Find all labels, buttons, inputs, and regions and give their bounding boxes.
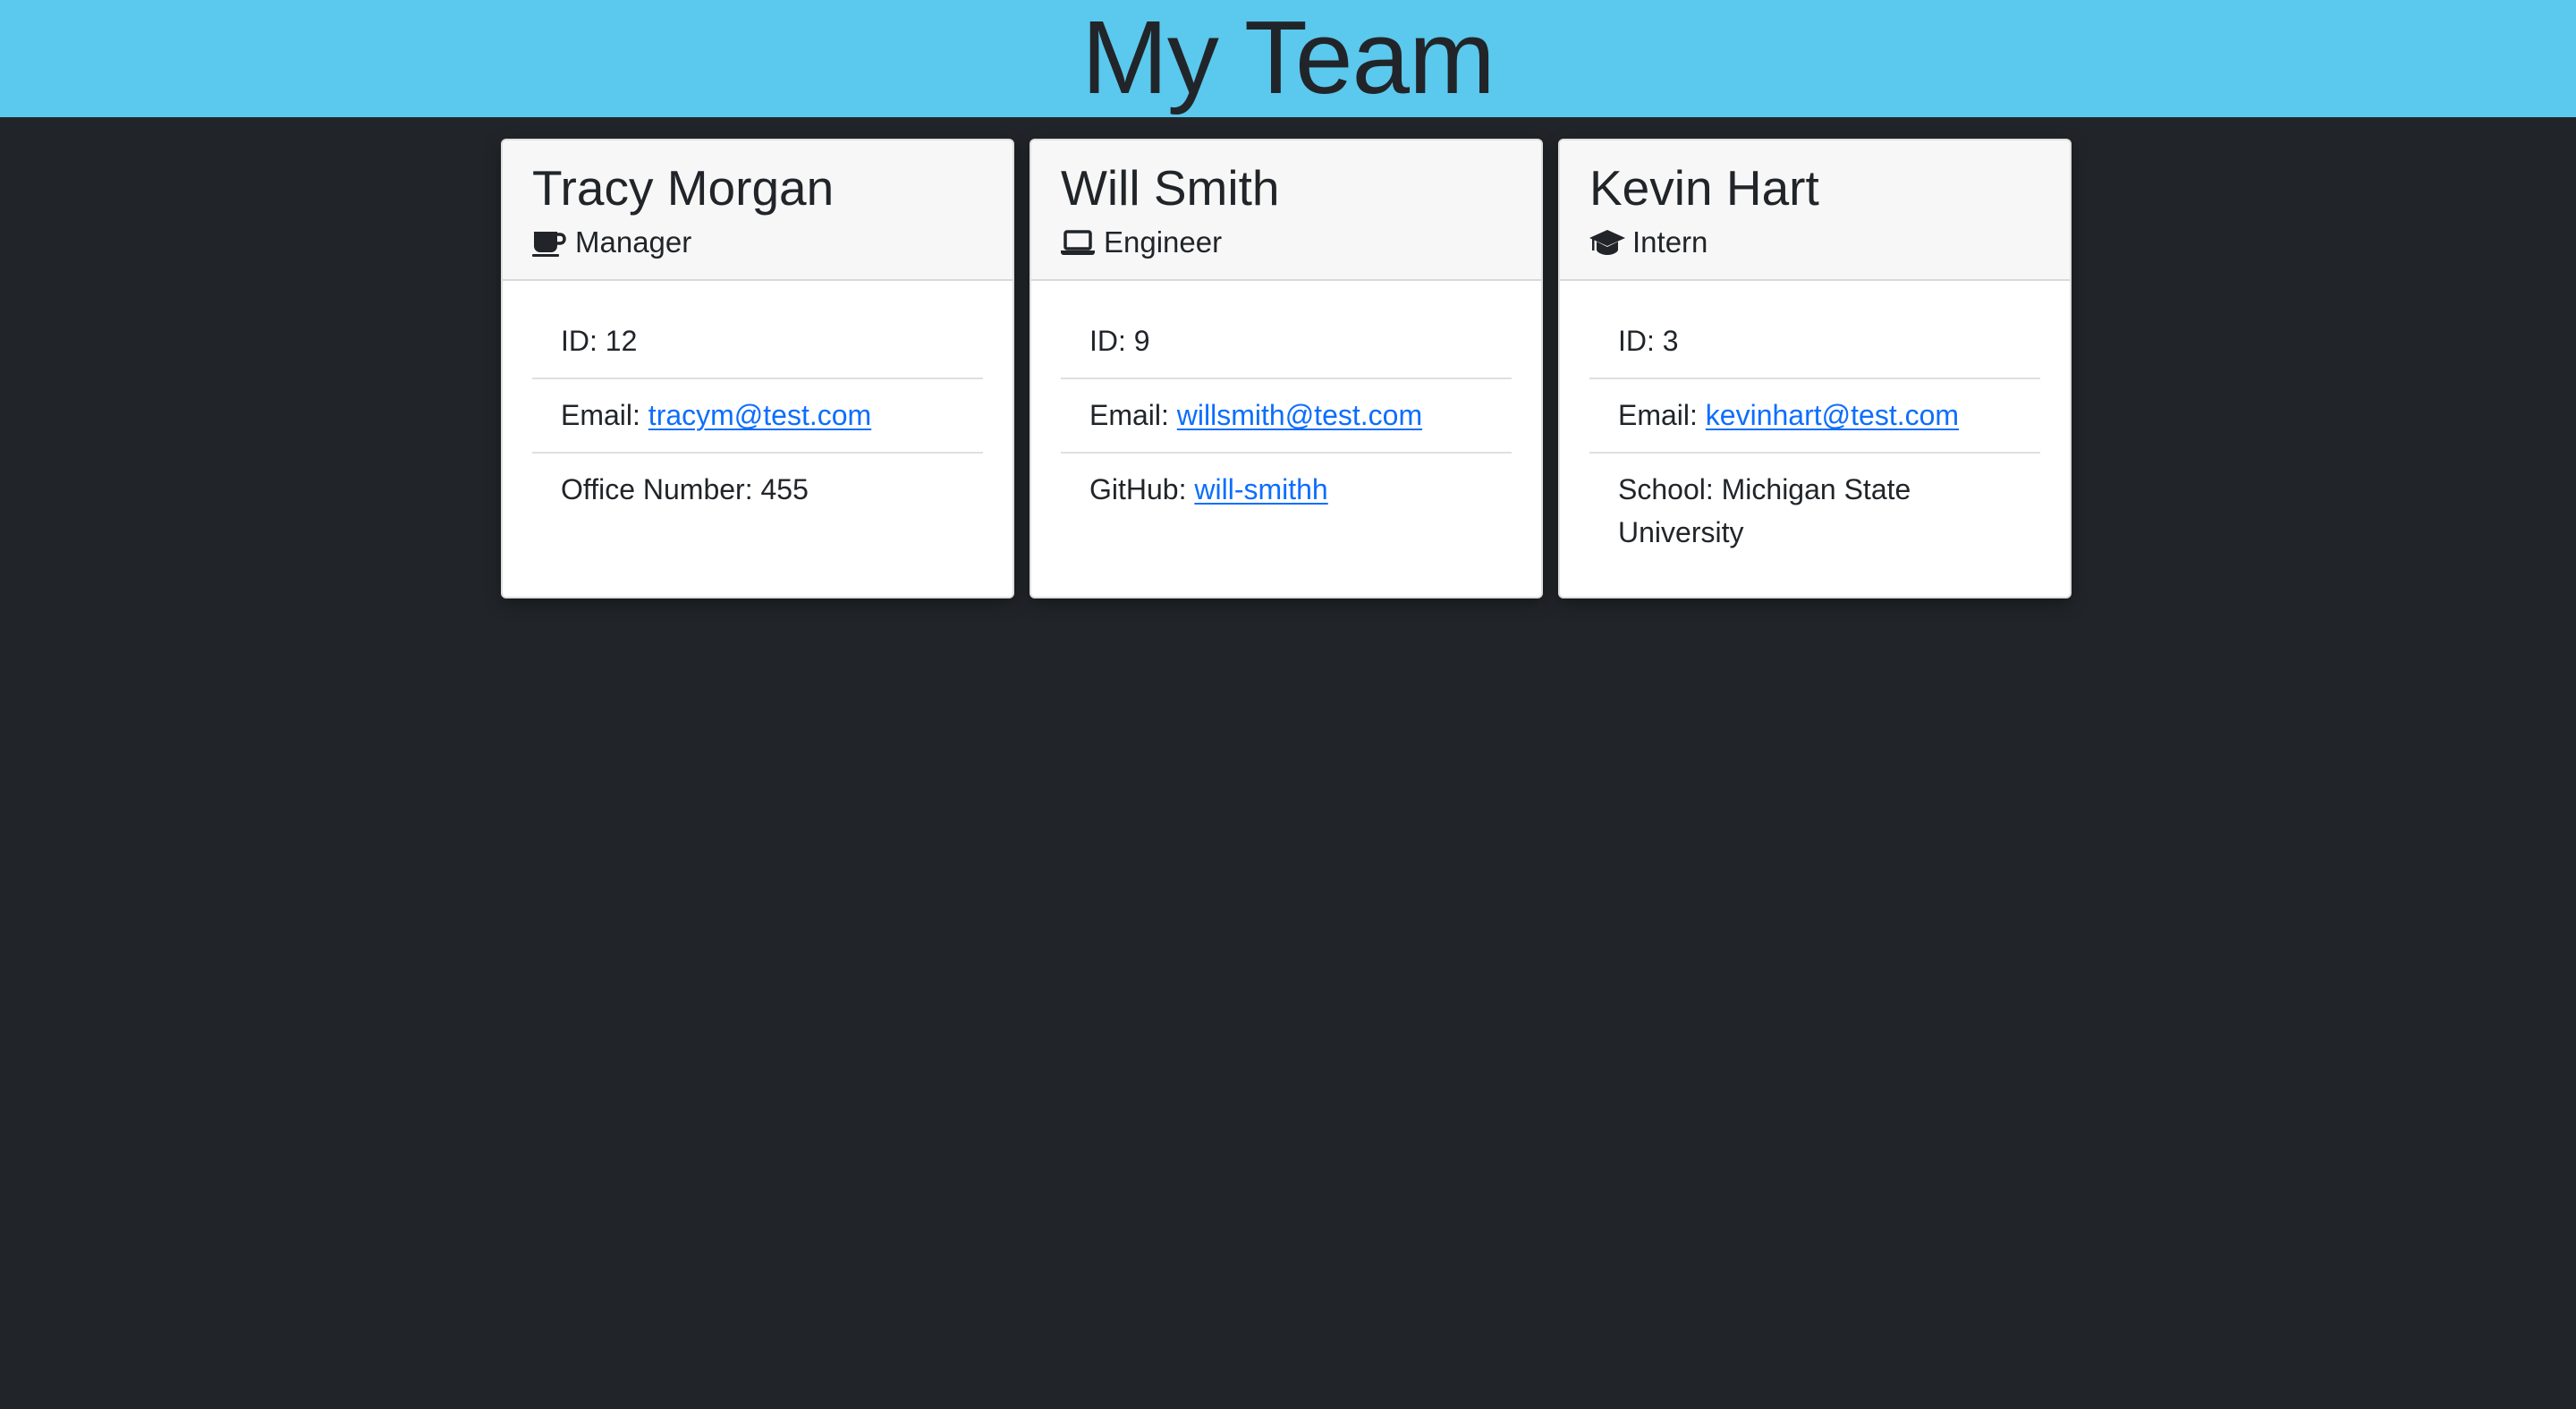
office-number-value: 455 [760,473,809,505]
card-body: ID: 9 Email: willsmith@test.com GitHub: … [1031,281,1541,526]
employee-info-list: ID: 12 Email: tracym@test.com Office Num… [532,305,983,526]
card-body: ID: 12 Email: tracym@test.com Office Num… [503,281,1013,526]
employee-role: Manager [532,225,984,260]
github-link[interactable]: will-smithh [1194,473,1327,505]
employee-email: Email: tracym@test.com [532,379,983,454]
employee-info-list: ID: 3 Email: kevinhart@test.com School: … [1589,305,2040,569]
employee-card-engineer: Will Smith Engineer ID: 9 Email: willsmi… [1030,139,1543,598]
card-header: Will Smith Engineer [1031,140,1541,281]
employee-email: Email: kevinhart@test.com [1589,379,2040,454]
office-number-label: Office Number: [561,473,761,505]
employee-id: ID: 9 [1061,305,1512,379]
employee-role: Engineer [1061,225,1513,260]
laptop-icon [1061,227,1097,258]
graduation-cap-icon [1589,227,1625,258]
id-label: ID: [1089,325,1134,357]
card-header: Kevin Hart Intern [1560,140,2070,281]
role-label: Intern [1632,225,1708,259]
card-header: Tracy Morgan Manager [503,140,1013,281]
employee-name: Tracy Morgan [532,160,835,216]
role-label: Manager [575,225,692,259]
page-title: My Team [1081,0,1495,115]
page-header: My Team [0,0,2576,117]
employee-card-manager: Tracy Morgan Manager ID: 12 Email: tracy… [501,139,1014,598]
card-body: ID: 3 Email: kevinhart@test.com School: … [1560,281,2070,569]
id-value: 3 [1662,325,1679,357]
email-label: Email: [561,399,648,431]
email-link[interactable]: tracym@test.com [648,399,871,431]
employee-name: Will Smith [1061,160,1280,216]
email-link[interactable]: kevinhart@test.com [1706,399,1959,431]
github-label: GitHub: [1089,473,1195,505]
role-label: Engineer [1104,225,1223,259]
employee-info-list: ID: 9 Email: willsmith@test.com GitHub: … [1061,305,1512,526]
employee-id: ID: 12 [532,305,983,379]
school-label: School: [1618,473,1722,505]
id-label: ID: [1618,325,1663,357]
employee-email: Email: willsmith@test.com [1061,379,1512,454]
employee-id: ID: 3 [1589,305,2040,379]
mug-hot-icon [532,227,568,258]
employee-github: GitHub: will-smithh [1061,454,1512,526]
email-label: Email: [1618,399,1706,431]
employee-role: Intern [1589,225,2041,260]
employee-card-intern: Kevin Hart Intern ID: 3 Email: kevinhart… [1558,139,2072,598]
employee-name: Kevin Hart [1589,160,1819,216]
id-value: 12 [605,325,638,357]
employee-school: School: Michigan State University [1589,454,2040,569]
email-link[interactable]: willsmith@test.com [1177,399,1422,431]
team-cards: Tracy Morgan Manager ID: 12 Email: tracy… [501,139,2072,598]
email-label: Email: [1089,399,1177,431]
id-label: ID: [561,325,606,357]
id-value: 9 [1133,325,1150,357]
employee-office-number: Office Number: 455 [532,454,983,526]
